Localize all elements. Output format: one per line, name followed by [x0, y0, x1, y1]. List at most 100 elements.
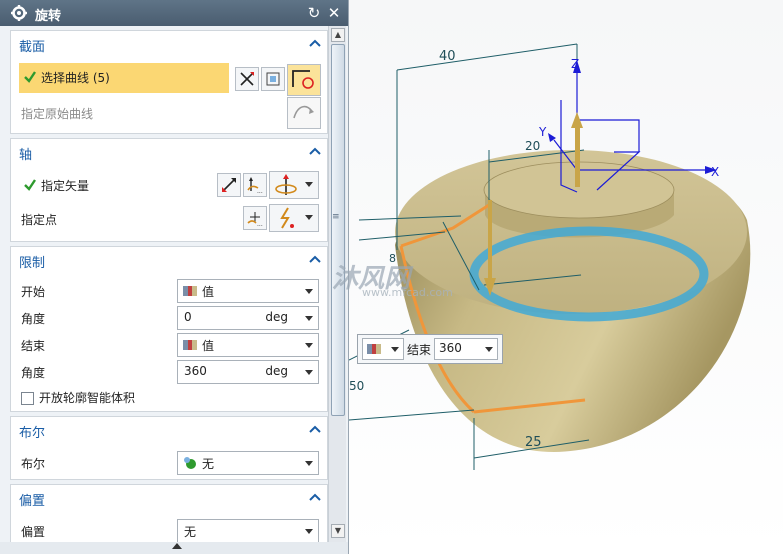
vector-shaft [575, 125, 580, 187]
float-end-label: 结束 [407, 343, 432, 357]
dim-50[interactable]: 50 [349, 379, 364, 393]
dialog-title: 旋转 [35, 9, 62, 24]
chevron-up-icon[interactable] [309, 254, 321, 264]
chevron-up-icon[interactable] [309, 146, 321, 156]
chevron-up-icon[interactable] [309, 492, 321, 502]
section-axis-title: 轴 [19, 148, 33, 163]
scroll-thumb[interactable] [331, 44, 345, 416]
lightning-point-icon [280, 207, 294, 229]
chevron-up-icon[interactable] [309, 38, 321, 48]
origin-curve-icon [293, 105, 314, 119]
vector-dialog-icon: ... [247, 177, 263, 194]
model-scene: 40 20 25 50 8 Z X Y [349, 43, 751, 470]
chevron-down-icon [485, 347, 493, 352]
chevron-down-icon [305, 182, 313, 187]
specify-point-label: 指定点 [21, 213, 58, 227]
scroll-down-icon[interactable]: ▼ [331, 524, 345, 538]
chevron-down-icon [305, 316, 313, 321]
dialog-expand-strip[interactable] [0, 542, 348, 554]
start-type-value: 值 [202, 285, 215, 299]
start-label: 开始 [21, 285, 46, 299]
chevron-down-icon [305, 461, 313, 466]
chevron-down-icon [391, 347, 399, 352]
start-angle-input[interactable]: 0 deg [177, 306, 319, 330]
point-type-dropdown[interactable] [269, 204, 319, 232]
section-curve-title: 截面 [19, 40, 46, 55]
section-axis-header[interactable]: 轴 [11, 139, 327, 165]
dialog-content: 截面 选择曲线 (5) 指定原始曲线 轴 指定矢量 ... 指定点 ... 限制… [0, 26, 328, 542]
select-curve-label: 选择曲线 (5) [41, 71, 110, 85]
curve-rule-button[interactable] [235, 67, 259, 91]
dim-25[interactable]: 25 [525, 435, 542, 450]
chevron-down-icon [305, 529, 313, 534]
boolean-value: 无 [202, 457, 215, 471]
section-offset-title: 偏置 [19, 494, 46, 509]
dialog-title-bar: 旋转 ↻ ✕ [0, 0, 348, 26]
gear-icon [11, 5, 27, 21]
float-end-input[interactable]: 360 [434, 338, 498, 360]
section-boolean-group: 布尔 布尔 无 [10, 416, 328, 480]
section-curve-header[interactable]: 截面 [11, 31, 327, 57]
section-curve-group: 截面 选择曲线 (5) 指定原始曲线 [10, 30, 328, 134]
sketch-section-button[interactable] [261, 67, 285, 91]
graphics-viewport[interactable]: 40 20 25 50 8 Z X Y [349, 0, 783, 554]
value-icon [183, 286, 197, 296]
end-angle-value: 360 [184, 364, 207, 378]
float-end-value: 360 [439, 341, 462, 355]
origin-curve-button[interactable] [287, 97, 321, 129]
svg-text:...: ... [257, 188, 263, 194]
y-axis-label: Y [538, 125, 547, 139]
offset-select[interactable]: 无 [177, 519, 319, 542]
specify-origin-curve-label: 指定原始曲线 [21, 107, 94, 121]
chevron-down-icon [305, 343, 313, 348]
section-offset-header[interactable]: 偏置 [11, 485, 327, 511]
start-type-select[interactable]: 值 [177, 279, 319, 303]
vector-icon [275, 174, 297, 195]
end-angle-input[interactable]: 360 deg [177, 360, 319, 384]
curve-select-button[interactable] [287, 64, 321, 96]
reverse-direction-icon [222, 178, 236, 192]
boolean-select[interactable]: 无 [177, 451, 319, 475]
vector-dialog-button[interactable]: ... [243, 173, 267, 197]
section-axis-group: 轴 指定矢量 ... 指定点 ... [10, 138, 328, 242]
chevron-down-icon [305, 215, 313, 220]
chevron-up-icon[interactable] [309, 424, 321, 434]
open-profile-checkbox[interactable] [21, 392, 34, 405]
end-label: 结束 [21, 339, 46, 353]
start-angle-value: 0 [184, 310, 192, 324]
dim-40[interactable]: 40 [439, 49, 456, 64]
section-limits-title: 限制 [19, 256, 46, 271]
dim-20[interactable]: 20 [525, 139, 540, 153]
end-type-select[interactable]: 值 [177, 333, 319, 357]
point-dialog-button[interactable]: ... [243, 206, 267, 230]
watermark-url: www.mfcad.com [362, 286, 453, 299]
reverse-direction-button[interactable] [217, 173, 241, 197]
section-boolean-title: 布尔 [19, 426, 46, 441]
check-icon [24, 71, 36, 83]
axis-vector-shaft [488, 200, 492, 280]
section-offset-group: 偏置 偏置 无 [10, 484, 328, 542]
point-dialog-icon: ... [247, 212, 263, 227]
chevron-down-icon [305, 289, 313, 294]
close-icon[interactable]: ✕ [325, 4, 343, 22]
offset-label: 偏置 [21, 525, 46, 539]
end-angle-label: 角度 [21, 366, 46, 380]
x-axis-label: X [711, 165, 719, 179]
boolean-none-icon [184, 457, 196, 469]
section-limits-header[interactable]: 限制 [11, 247, 327, 273]
open-profile-label: 开放轮廓智能体积 [39, 391, 136, 405]
scroll-up-icon[interactable]: ▲ [331, 28, 345, 42]
scroll-grip-icon: ≡ [332, 212, 340, 222]
section-boolean-header[interactable]: 布尔 [11, 417, 327, 443]
check-icon [24, 179, 36, 191]
reset-icon[interactable]: ↻ [305, 4, 323, 22]
on-screen-input-box: 结束 360 [357, 334, 503, 364]
z-axis-label: Z [571, 57, 579, 71]
expand-up-icon[interactable] [172, 543, 182, 549]
boolean-label: 布尔 [21, 457, 46, 471]
vector-type-dropdown[interactable] [269, 171, 319, 199]
value-icon [183, 340, 197, 350]
start-angle-label: 角度 [21, 312, 46, 326]
float-type-select[interactable] [362, 338, 404, 360]
start-angle-unit: deg [265, 310, 288, 324]
